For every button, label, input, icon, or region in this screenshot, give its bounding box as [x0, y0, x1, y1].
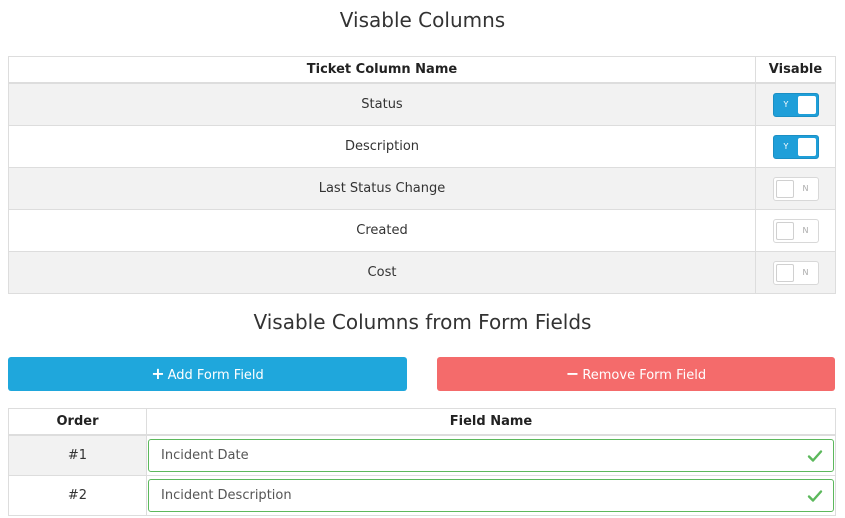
- check-icon: [807, 450, 823, 462]
- field-name-header: Field Name: [146, 408, 836, 436]
- visible-toggle[interactable]: Y: [772, 134, 819, 159]
- order-cell: #1: [8, 434, 147, 476]
- plus-icon: +: [151, 364, 165, 383]
- order-cell: #2: [8, 475, 147, 516]
- toggle-knob: [797, 95, 816, 114]
- field-name-input[interactable]: [149, 440, 801, 471]
- visible-columns-table: Ticket Column Name Visable Status Y Desc…: [8, 56, 836, 294]
- table-row: Status Y: [8, 82, 836, 126]
- table-header-row: Order Field Name: [8, 408, 836, 436]
- table-row: Cost N: [8, 251, 836, 294]
- field-name-cell: [146, 475, 836, 516]
- visible-cell: Y: [755, 125, 836, 168]
- toggle-label: N: [802, 183, 809, 193]
- visible-cell: Y: [755, 82, 836, 126]
- visible-cell: N: [755, 209, 836, 252]
- column-name: Created: [8, 209, 756, 252]
- table-row: #1: [8, 434, 836, 476]
- table-row: Last Status Change N: [8, 167, 836, 210]
- check-icon: [807, 490, 823, 502]
- visible-toggle[interactable]: N: [772, 260, 819, 285]
- field-name-cell: [146, 434, 836, 476]
- toggle-label: Y: [783, 99, 789, 109]
- minus-icon: −: [565, 364, 580, 383]
- column-name: Description: [8, 125, 756, 168]
- visible-toggle[interactable]: N: [772, 218, 819, 243]
- toggle-knob: [775, 179, 794, 198]
- field-name-input[interactable]: [149, 480, 801, 511]
- toggle-knob: [775, 263, 794, 282]
- toggle-label: N: [802, 225, 809, 235]
- visible-toggle[interactable]: Y: [772, 92, 819, 117]
- remove-form-field-button[interactable]: − Remove Form Field: [437, 357, 835, 391]
- add-form-field-button[interactable]: + Add Form Field: [8, 357, 407, 391]
- column-name-header: Ticket Column Name: [8, 56, 756, 84]
- table-row: Description Y: [8, 125, 836, 168]
- table-row: #2: [8, 475, 836, 516]
- toggle-label: Y: [783, 141, 789, 151]
- remove-form-field-label: Remove Form Field: [582, 368, 707, 383]
- form-fields-title: Visable Columns from Form Fields: [253, 310, 592, 334]
- visible-cell: N: [755, 251, 836, 294]
- table-row: Created N: [8, 209, 836, 252]
- visible-toggle[interactable]: N: [772, 176, 819, 201]
- field-name-input-wrapper: [148, 439, 834, 472]
- toggle-knob: [797, 137, 816, 156]
- table-header-row: Ticket Column Name Visable: [8, 56, 836, 84]
- column-name: Last Status Change: [8, 167, 756, 210]
- order-header: Order: [8, 408, 147, 436]
- add-form-field-label: Add Form Field: [167, 368, 264, 383]
- column-name: Cost: [8, 251, 756, 294]
- field-name-input-wrapper: [148, 479, 834, 512]
- column-name: Status: [8, 82, 756, 126]
- visible-header: Visable: [755, 56, 836, 84]
- toggle-label: N: [802, 267, 809, 277]
- visible-cell: N: [755, 167, 836, 210]
- toggle-knob: [775, 221, 794, 240]
- visible-columns-title: Visable Columns: [339, 8, 506, 32]
- form-fields-table: Order Field Name #1 #2: [8, 408, 836, 516]
